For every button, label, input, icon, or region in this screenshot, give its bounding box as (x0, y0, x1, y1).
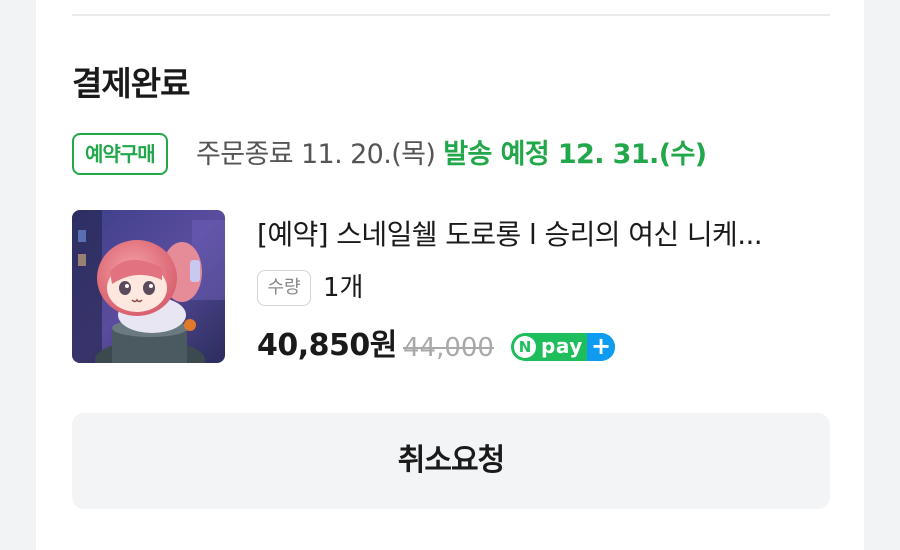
order-status-title: 결제완료 (72, 64, 190, 103)
quantity-value: 1개 (323, 273, 364, 303)
quantity-label: 수량 (257, 270, 311, 306)
ship-date: 발송 예정 12. 31.(수) (443, 139, 707, 170)
npay-plus-glyph: + (587, 333, 615, 361)
order-end-date: 주문종료 11. 20.(목) (196, 139, 436, 170)
figure-thumbnail-image (72, 210, 225, 363)
product-title[interactable]: [예약] 스네일쉘 도로롱 l 승리의 여신 니케... (257, 213, 827, 257)
cancel-request-button[interactable]: 취소요청 (72, 413, 830, 509)
order-schedule: 주문종료 11. 20.(목) 발송 예정 12. 31.(수) (196, 136, 707, 174)
product-thumbnail[interactable] (72, 210, 225, 363)
preorder-badge: 예약구매 (72, 133, 168, 175)
order-card: 결제완료 예약구매 주문종료 11. 20.(목) 발송 예정 12. 31.(… (36, 0, 864, 550)
npay-plus-icon: N pay + (511, 333, 615, 361)
original-price: 44,000 (403, 333, 494, 363)
npay-text: pay (541, 334, 583, 358)
top-divider (72, 14, 830, 16)
npay-n-glyph: N (514, 336, 536, 358)
sale-price: 40,850원 (257, 328, 397, 363)
